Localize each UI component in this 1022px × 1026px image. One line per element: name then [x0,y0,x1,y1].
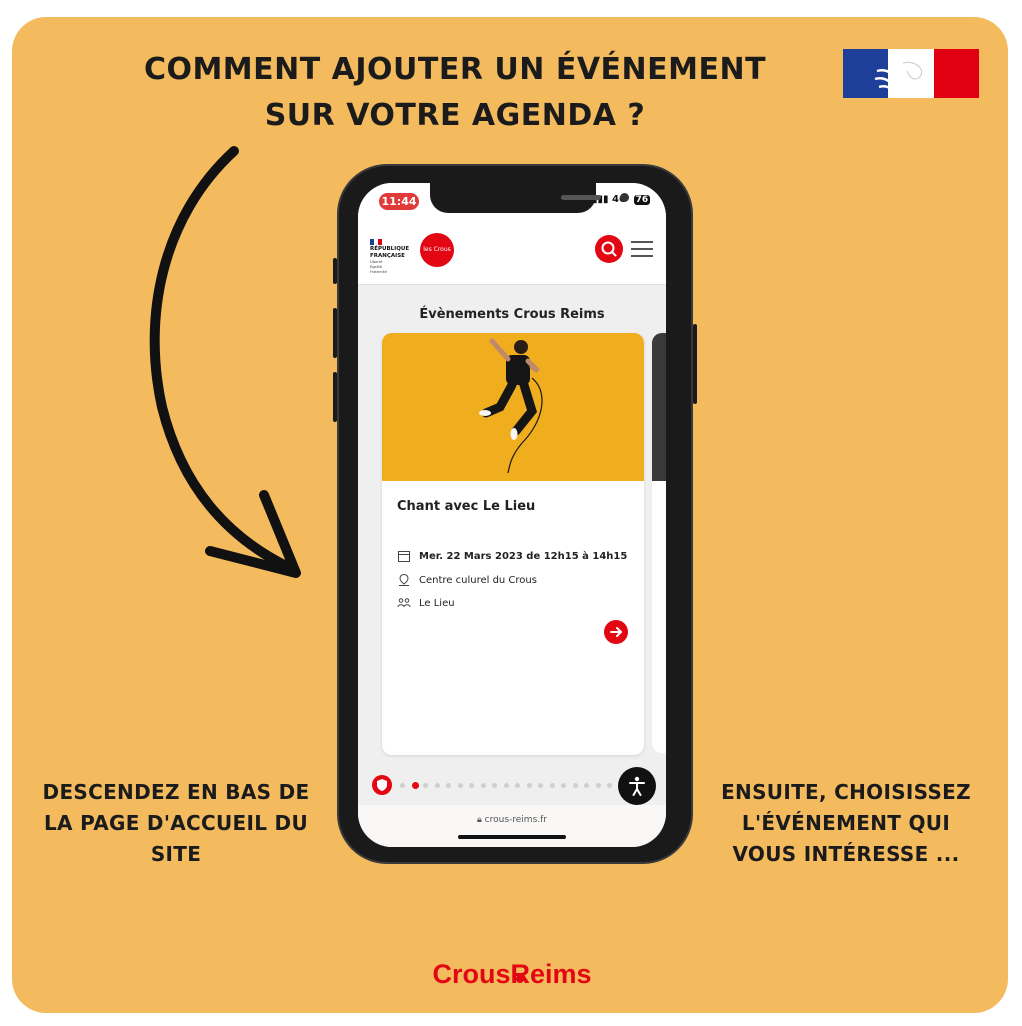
event-card[interactable]: Chant avec Le Lieu Mer. 22 Mars 2023 de … [382,333,644,755]
carousel-dot[interactable] [469,783,474,788]
carousel-dot[interactable] [503,783,509,788]
carousel-dot[interactable] [446,783,451,788]
phone-power-button [693,324,697,404]
phone-volume-down [333,372,337,422]
next-event-card-peek[interactable] [652,333,666,753]
carousel-dot[interactable] [515,783,520,788]
carousel-dot[interactable] [595,783,601,788]
marianne-flag-icon [843,49,979,98]
browser-url-bar[interactable]: 🔒︎ crous-reims.fr [358,805,666,847]
carousel-dot[interactable] [549,783,555,788]
crous-logo[interactable]: les Crous [420,233,454,267]
phone-mute-switch [333,258,337,284]
home-indicator[interactable] [458,835,566,839]
rf-label-2: FRANÇAISE [370,253,405,259]
right-instruction-line-2: L'ÉVÉNEMENT QUI [741,811,951,835]
hamburger-menu-icon[interactable] [631,241,653,257]
carousel-controls [358,767,666,805]
event-organizer: Le Lieu [397,596,455,610]
url-display[interactable]: 🔒︎ crous-reims.fr [358,815,666,825]
accessibility-icon [629,776,645,796]
brand-left: Crous [432,959,511,989]
event-image [382,333,644,481]
carousel-dot[interactable] [561,783,566,788]
right-instruction-line-3: VOUS INTÉRESSE ... [732,842,960,866]
carousel-dot[interactable] [492,783,497,788]
front-camera [620,193,629,202]
rf-flag-icon [370,239,382,245]
instruction-panel: COMMENT AJOUTER UN ÉVÉNEMENT SUR VOTRE A… [12,17,1008,1013]
left-instruction-line-1: DESCENDEZ EN BAS DE [42,780,310,804]
lock-icon: 🔒︎ [477,815,482,825]
rf-motto-1: Liberté [370,260,383,264]
carousel-dot[interactable] [526,783,532,788]
event-date-text: Mer. 22 Mars 2023 de 12h15 à 14h15 [419,551,628,562]
carousel-dot-active[interactable] [411,782,419,789]
singer-figure [479,338,543,474]
carousel-dot[interactable] [400,783,405,788]
section-title: Évènements Crous Reims [419,307,605,322]
battery-level: 76 [633,195,651,205]
site-header: RÉPUBLIQUE FRANÇAISE Liberté Égalité Fra… [358,219,666,285]
left-instruction: DESCENDEZ EN BAS DE LA PAGE D'ACCUEIL DU… [26,777,326,870]
event-date: Mer. 22 Mars 2023 de 12h15 à 14h15 [397,549,627,563]
carousel-dot[interactable] [584,783,589,788]
people-icon [397,598,411,608]
rf-label-1: RÉPUBLIQUE [370,246,410,252]
carousel-dot[interactable] [423,783,428,788]
republique-francaise-logo[interactable]: RÉPUBLIQUE FRANÇAISE Liberté Égalité Fra… [370,239,414,274]
speaker-grille [561,195,601,200]
rf-motto-2: Égalité [370,265,383,269]
phone-mockup: 11:44 ▮▮▮ 4G 76 RÉPUBLIQUE FRANÇAISE Lib… [333,164,697,864]
crous-reims-brand: Crous Reims [362,959,662,990]
phone-notch [430,183,629,213]
carousel-dot[interactable] [457,783,463,788]
carousel-dot[interactable] [434,783,440,788]
right-instruction-line-1: ENSUITE, CHOISISSEZ [721,780,971,804]
left-instruction-line-3: SITE [150,842,202,866]
carousel-dot[interactable] [480,783,486,788]
event-title[interactable]: Chant avec Le Lieu [397,499,535,514]
brand-right: Reims [510,959,592,989]
phone-screen: 11:44 ▮▮▮ 4G 76 RÉPUBLIQUE FRANÇAISE Lib… [358,183,666,847]
left-instruction-line-2: LA PAGE D'ACCUEIL DU [44,811,308,835]
calendar-icon [398,551,410,562]
event-open-button[interactable] [604,620,628,644]
event-organizer-text: Le Lieu [419,598,455,609]
url-text: crous-reims.fr [484,815,547,825]
search-button[interactable] [595,235,623,263]
shield-icon[interactable] [372,775,392,795]
search-icon [601,241,617,257]
location-pin-icon [399,573,409,586]
status-time: 11:44 [379,193,419,210]
carousel-dot[interactable] [572,783,578,788]
phone-volume-up [333,308,337,358]
rf-motto-3: Fraternité [370,270,387,274]
event-location-text: Centre culurel du Crous [419,575,537,586]
curved-arrow-icon [149,146,301,578]
carousel-dot[interactable] [607,783,612,788]
event-location: Centre culurel du Crous [397,573,537,587]
right-instruction: ENSUITE, CHOISISSEZ L'ÉVÉNEMENT QUI VOUS… [696,777,996,870]
carousel-dot[interactable] [538,783,543,788]
arrow-right-icon [610,627,622,637]
accessibility-button[interactable] [618,767,656,805]
